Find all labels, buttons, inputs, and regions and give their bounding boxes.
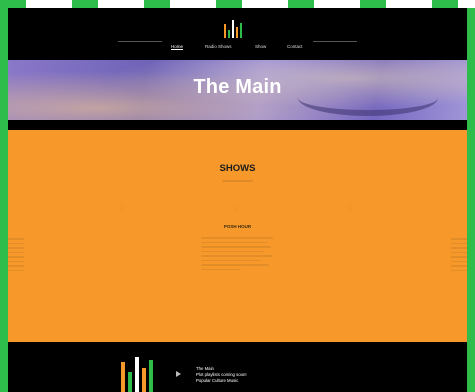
- hero-banner: The Main: [8, 60, 467, 120]
- star-icon: ☆: [118, 203, 127, 214]
- logo-bar: [224, 24, 226, 38]
- logo-bar: [149, 360, 153, 392]
- play-icon[interactable]: [176, 371, 181, 377]
- shows-section: SHOWS ☆ ☆ ☆ POSH HOUR: [8, 130, 467, 342]
- nav-link-show[interactable]: Show: [255, 44, 266, 49]
- logo-bar: [240, 23, 242, 38]
- site-header: Home Radio Shows Show Contact: [8, 8, 467, 60]
- show-description-placeholder-left: [8, 238, 24, 274]
- star-icon: ☆: [345, 203, 354, 214]
- site-logo[interactable]: [224, 18, 246, 38]
- show-description-placeholder: [201, 237, 273, 273]
- show-title[interactable]: POSH HOUR: [8, 224, 467, 229]
- logo-bar: [236, 27, 238, 38]
- logo-bar: [232, 20, 234, 38]
- page-border-top: [0, 0, 475, 8]
- nav-link-radio-shows[interactable]: Radio Shows: [205, 44, 232, 49]
- shows-subtitle-placeholder: [222, 180, 253, 182]
- nav-link-home[interactable]: Home: [171, 44, 183, 49]
- section-separator: [8, 120, 467, 130]
- page: Home Radio Shows Show Contact The Main S…: [8, 8, 467, 392]
- logo-bar: [128, 372, 132, 392]
- hero-title: The Main: [193, 76, 282, 98]
- logo-bar: [135, 357, 139, 392]
- nav-divider-right: [313, 41, 357, 42]
- shows-heading: SHOWS: [219, 163, 256, 174]
- nav-divider-left: [118, 41, 162, 42]
- nav-link-contact[interactable]: Contact: [287, 44, 303, 49]
- show-description-placeholder-right: [451, 238, 467, 274]
- star-icon: ☆: [232, 203, 241, 214]
- main-nav: Home Radio Shows Show Contact: [8, 44, 467, 56]
- footer-info: The Main Plot playlists coming soon! Pop…: [196, 366, 247, 384]
- footer-logo[interactable]: [121, 357, 165, 392]
- footer-line: Popular Culture Music: [196, 378, 239, 383]
- site-footer: The Main Plot playlists coming soon! Pop…: [8, 342, 467, 392]
- logo-bar: [142, 368, 146, 392]
- logo-bar: [121, 362, 125, 392]
- logo-bar: [228, 30, 230, 38]
